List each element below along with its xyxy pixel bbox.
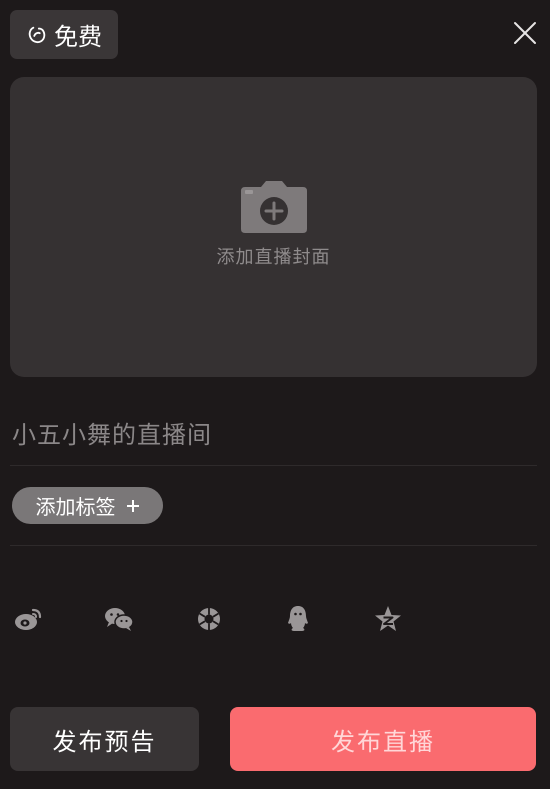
- qq-icon: [288, 606, 308, 631]
- close-button[interactable]: [510, 18, 540, 48]
- add-tag-button[interactable]: 添加标签: [12, 487, 163, 524]
- tag-icon: [28, 26, 46, 43]
- weibo-icon: [15, 608, 42, 630]
- room-title-input[interactable]: 小五小舞的直播间: [12, 415, 212, 450]
- divider: [10, 545, 537, 546]
- share-qzone-button[interactable]: [372, 603, 404, 635]
- share-weibo-button[interactable]: [12, 603, 44, 635]
- close-icon: [514, 22, 536, 44]
- qzone-icon: [375, 606, 401, 631]
- moments-icon: [198, 608, 220, 630]
- add-cover-area[interactable]: 添加直播封面: [10, 77, 537, 377]
- add-tag-label: 添加标签: [35, 495, 116, 519]
- share-row: [0, 603, 550, 635]
- cover-content: 添加直播封面: [10, 181, 537, 269]
- add-cover-label: 添加直播封面: [216, 247, 331, 268]
- wechat-icon: [105, 608, 134, 631]
- share-wechat-button[interactable]: [103, 603, 135, 635]
- plus-icon: [126, 499, 139, 512]
- camera-add-icon: [240, 181, 307, 233]
- live-setup-screen: 免费 添加直播封面 小五小舞的直播间 添加标签 发布预告 发布直播: [0, 0, 550, 789]
- share-qq-button[interactable]: [282, 603, 314, 635]
- divider: [10, 465, 537, 466]
- publish-live-button[interactable]: 发布直播: [230, 707, 536, 771]
- publish-preview-button[interactable]: 发布预告: [10, 707, 199, 771]
- free-badge-label: 免费: [54, 23, 102, 51]
- free-badge[interactable]: 免费: [10, 10, 118, 59]
- share-moments-button[interactable]: [193, 603, 225, 635]
